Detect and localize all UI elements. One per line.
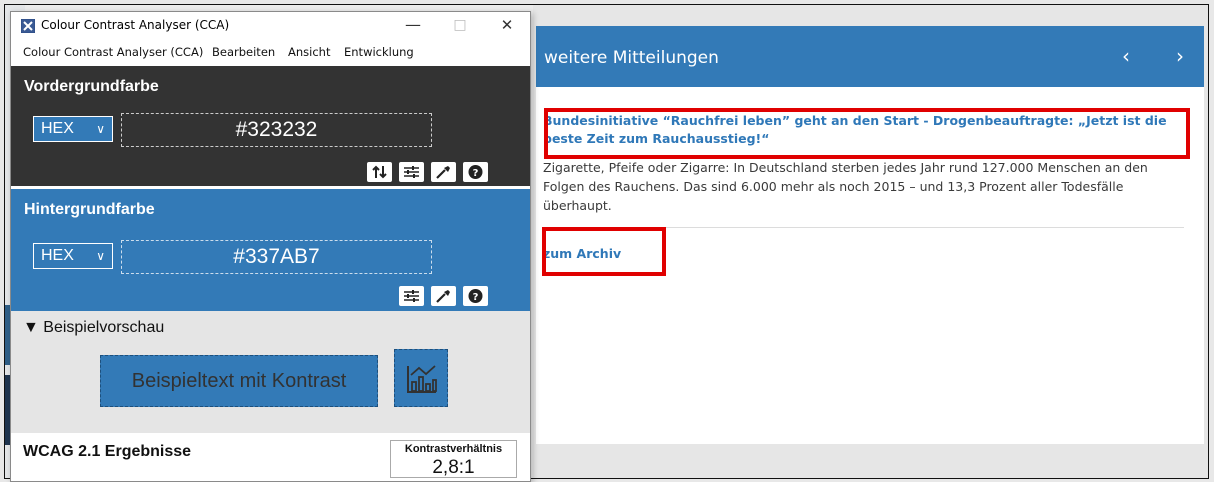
menu-item-app[interactable]: Colour Contrast Analyser (CCA) [23,45,203,59]
chart-icon [407,365,437,393]
preview-section: ▼ Beispielvorschau Beispieltext mit Kont… [11,311,530,433]
menu-item-edit[interactable]: Bearbeiten [212,45,275,59]
contrast-ratio-box: Kontrastverhältnis 2,8:1 [390,440,517,478]
background-section: Hintergrundfarbe HEX ∨ #337AB7 ? [11,189,530,311]
background-format-select[interactable]: HEX ∨ [33,243,113,269]
svg-text:?: ? [473,292,479,303]
background-format-value: HEX [41,247,74,264]
highlight-box-headline [544,108,1190,159]
foreground-title: Vordergrundfarbe [24,78,159,95]
contrast-ratio-label: Kontrastverhältnis [404,443,503,455]
news-header: weitere Mitteilungen ‹ › [536,26,1204,87]
app-icon [21,19,35,33]
chevron-down-icon: ∨ [96,249,105,263]
foreground-section: Vordergrundfarbe HEX ∨ #323232 ? [11,66,530,186]
news-header-title: weitere Mitteilungen [544,48,719,68]
news-body-text: Zigarette, Pfeife oder Zigarre: In Deuts… [543,160,1148,213]
chart-button[interactable] [394,349,448,407]
cca-window: Colour Contrast Analyser (CCA) — □ ✕ Col… [10,11,531,482]
svg-text:?: ? [473,168,479,179]
contrast-ratio-value: 2,8:1 [432,457,475,478]
minimize-icon[interactable]: — [402,15,424,35]
window-title: Colour Contrast Analyser (CCA) [41,18,230,32]
title-bar[interactable]: Colour Contrast Analyser (CCA) — □ ✕ [11,12,530,40]
foreground-hex-input[interactable]: #323232 [121,113,432,147]
background-hex-input[interactable]: #337AB7 [121,240,432,274]
help-icon[interactable]: ? [463,286,488,306]
wcag-section: WCAG 2.1 Ergebnisse Kontrastverhältnis 2… [11,433,530,481]
maximize-icon[interactable]: □ [449,15,471,35]
chevron-down-icon: ∨ [96,122,105,136]
foreground-format-value: HEX [41,120,74,137]
foreground-format-select[interactable]: HEX ∨ [33,116,113,142]
menu-item-view[interactable]: Ansicht [288,45,330,59]
sample-text-preview: Beispieltext mit Kontrast [100,355,378,407]
wcag-title: WCAG 2.1 Ergebnisse [23,443,192,460]
menu-bar: Colour Contrast Analyser (CCA) Bearbeite… [11,40,530,66]
close-icon[interactable]: ✕ [496,15,518,35]
eyedropper-icon[interactable] [431,286,456,306]
sliders-icon[interactable] [399,286,424,306]
menu-item-development[interactable]: Entwicklung [344,45,414,59]
help-icon[interactable]: ? [463,162,488,182]
prev-arrow-icon[interactable]: ‹ [1122,44,1130,68]
swap-icon[interactable] [367,162,392,182]
sliders-icon[interactable] [399,162,424,182]
background-title: Hintergrundfarbe [24,201,155,218]
next-arrow-icon[interactable]: › [1176,44,1184,68]
eyedropper-icon[interactable] [431,162,456,182]
highlight-box-archive [542,227,666,276]
preview-toggle[interactable]: ▼ Beispielvorschau [23,319,164,337]
